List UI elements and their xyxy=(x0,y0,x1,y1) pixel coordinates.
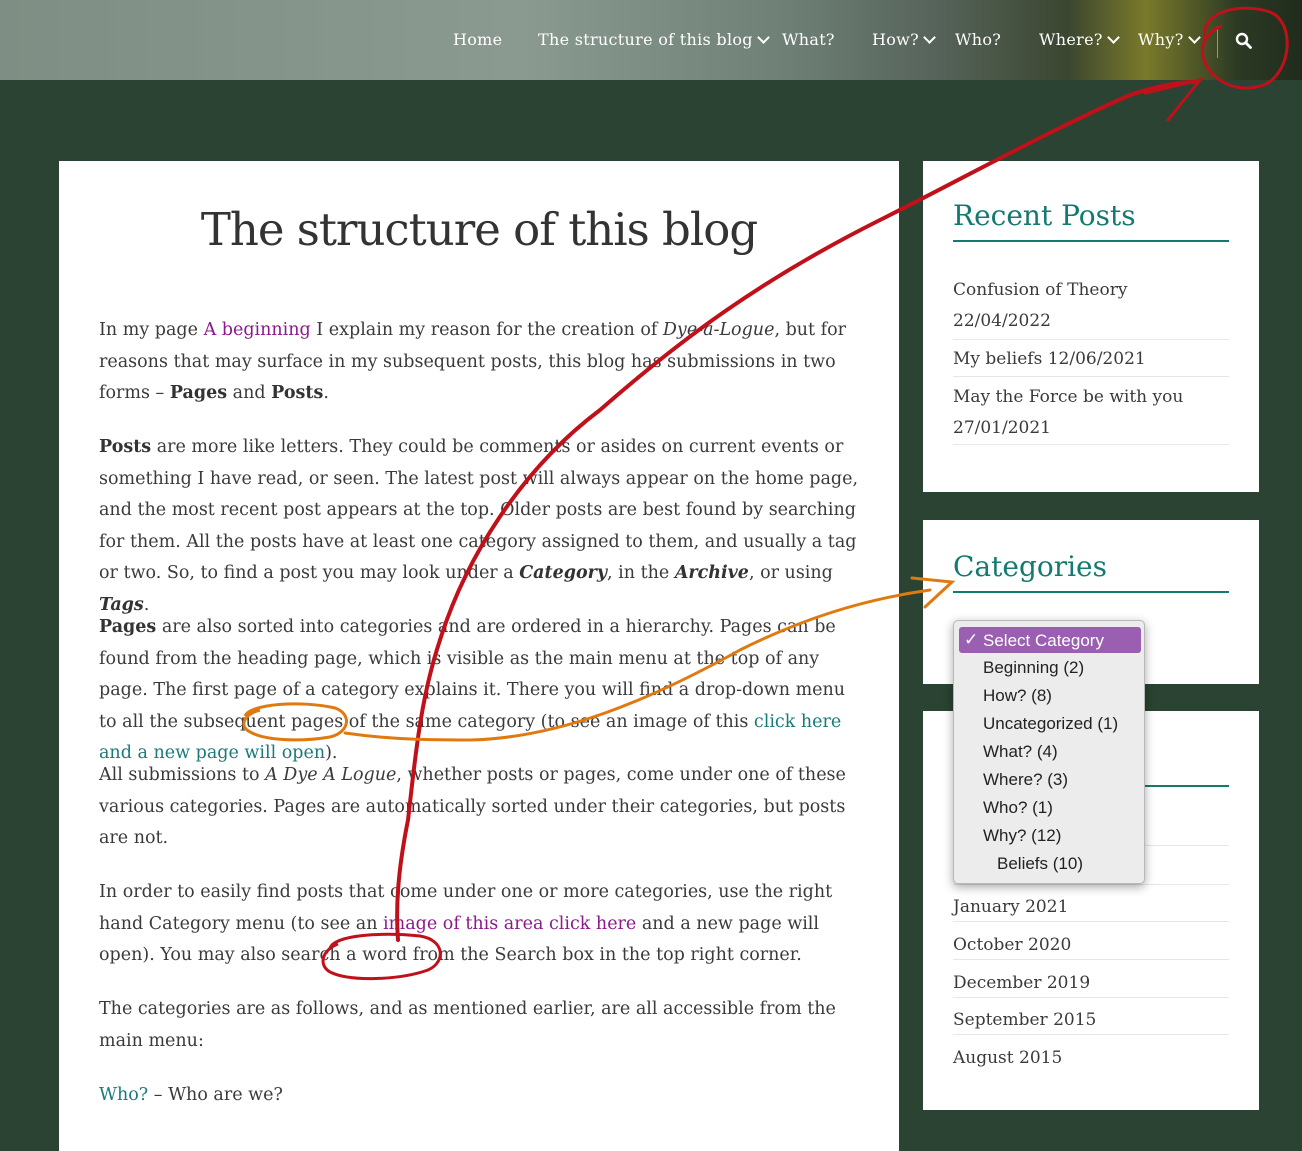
dropdown-option[interactable]: Uncategorized (1) xyxy=(983,711,1118,737)
text: In my page xyxy=(99,320,204,340)
dropdown-option[interactable]: Where? (3) xyxy=(983,767,1068,793)
dropdown-option[interactable]: What? (4) xyxy=(983,739,1058,765)
text: Archive xyxy=(674,563,749,583)
site-header: Home The structure of this blog What? Ho… xyxy=(0,0,1302,80)
nav-item-label: Why? xyxy=(1138,30,1184,49)
search-button[interactable] xyxy=(1235,32,1255,52)
article-paragraph: Who? – Who are we? xyxy=(99,1080,859,1112)
archive-link[interactable]: December 2019 xyxy=(953,969,1229,998)
nav-item-label: Where? xyxy=(1039,30,1103,49)
chevron-down-icon xyxy=(1106,31,1120,44)
text: are more like letters. They could be com… xyxy=(99,437,859,583)
archive-link[interactable]: September 2015 xyxy=(953,1006,1229,1035)
recent-post-link[interactable]: Confusion of Theory 22/04/2022 xyxy=(953,275,1229,340)
nav-item-structure[interactable]: The structure of this blog xyxy=(538,30,770,54)
nav-item-label: What? xyxy=(782,30,835,49)
widget-title: Recent Posts xyxy=(953,199,1229,242)
nav-item-label: Home xyxy=(453,30,503,49)
article-paragraph: In order to easily find posts that come … xyxy=(99,877,859,972)
text: Pages xyxy=(169,383,228,403)
link-who[interactable]: Who? xyxy=(99,1085,148,1105)
article-paragraph: All submissions to A Dye A Logue, whethe… xyxy=(99,760,859,855)
article-paragraph: Posts are more like letters. They could … xyxy=(99,432,859,621)
text: . xyxy=(323,383,329,403)
text: and xyxy=(227,383,272,403)
nav-item-where[interactable]: Where? xyxy=(1039,30,1120,54)
text: Dye-a-Logue xyxy=(662,320,775,340)
dropdown-option[interactable]: Beliefs (10) xyxy=(997,851,1083,877)
text: A Dye A Logue xyxy=(265,765,397,785)
article-paragraph: Pages are also sorted into categories an… xyxy=(99,612,859,770)
text: , in the xyxy=(607,563,675,583)
text: are also sorted into categories and are … xyxy=(99,617,846,732)
recent-post-link[interactable]: My beliefs 12/06/2021 xyxy=(953,344,1229,377)
nav-item-how[interactable]: How? xyxy=(872,30,936,54)
nav-item-label: The structure of this blog xyxy=(538,30,753,49)
dropdown-option[interactable]: Why? (12) xyxy=(983,823,1061,849)
dropdown-option[interactable]: Beginning (2) xyxy=(983,655,1084,681)
article-paragraph: The categories are as follows, and as me… xyxy=(99,999,836,1051)
nav-item-why[interactable]: Why? xyxy=(1138,30,1201,54)
nav-item-label: Who? xyxy=(955,30,1002,49)
recent-posts-widget: Recent Posts Confusion of Theory 22/04/2… xyxy=(923,161,1259,492)
text: , or using xyxy=(748,563,833,583)
chevron-down-icon xyxy=(1187,31,1201,44)
nav-item-who[interactable]: Who? xyxy=(955,30,1001,54)
search-icon xyxy=(1235,32,1252,49)
dropdown-option-label: Select Category xyxy=(983,631,1104,650)
page-title: The structure of this blog xyxy=(200,203,758,256)
dropdown-option[interactable]: Who? (1) xyxy=(983,795,1053,821)
text: Posts xyxy=(271,383,324,403)
archive-link[interactable]: October 2020 xyxy=(953,931,1229,960)
annotation-arrowhead-red xyxy=(1143,77,1204,122)
nav-item-label: How? xyxy=(872,30,920,49)
text: Category xyxy=(519,563,608,583)
text: All submissions to xyxy=(99,765,266,785)
article-card: The structure of this blog In my page A … xyxy=(59,161,899,1151)
nav-item-home[interactable]: Home xyxy=(453,30,502,54)
archive-link[interactable]: August 2015 xyxy=(953,1044,1229,1072)
nav-item-what[interactable]: What? xyxy=(782,30,835,54)
text: – Who are we? xyxy=(148,1085,283,1105)
category-select-dropdown[interactable]: ✓ Select Category Beginning (2) How? (8)… xyxy=(953,620,1145,884)
archive-link[interactable]: January 2021 xyxy=(953,893,1229,922)
text: Posts xyxy=(99,437,152,457)
dropdown-option[interactable]: How? (8) xyxy=(983,683,1052,709)
link-a-beginning[interactable]: A beginning xyxy=(204,320,311,340)
chevron-down-icon xyxy=(923,31,936,44)
checkmark-icon: ✓ xyxy=(964,630,979,649)
text: Pages xyxy=(99,617,157,637)
main-menu: Home The structure of this blog What? Ho… xyxy=(0,0,1302,80)
article-paragraph: In my page A beginning I explain my reas… xyxy=(99,315,859,410)
link-image-of-this-area[interactable]: image of this area click here xyxy=(383,914,636,934)
chevron-down-icon xyxy=(756,31,770,44)
nav-divider xyxy=(1217,26,1218,58)
recent-post-link[interactable]: May the Force be with you 27/01/2021 xyxy=(953,382,1229,445)
dropdown-option-selected[interactable]: ✓ Select Category xyxy=(959,627,1141,653)
widget-title: Categories xyxy=(953,550,1229,593)
text: I explain my reason for the creation of xyxy=(310,320,663,340)
